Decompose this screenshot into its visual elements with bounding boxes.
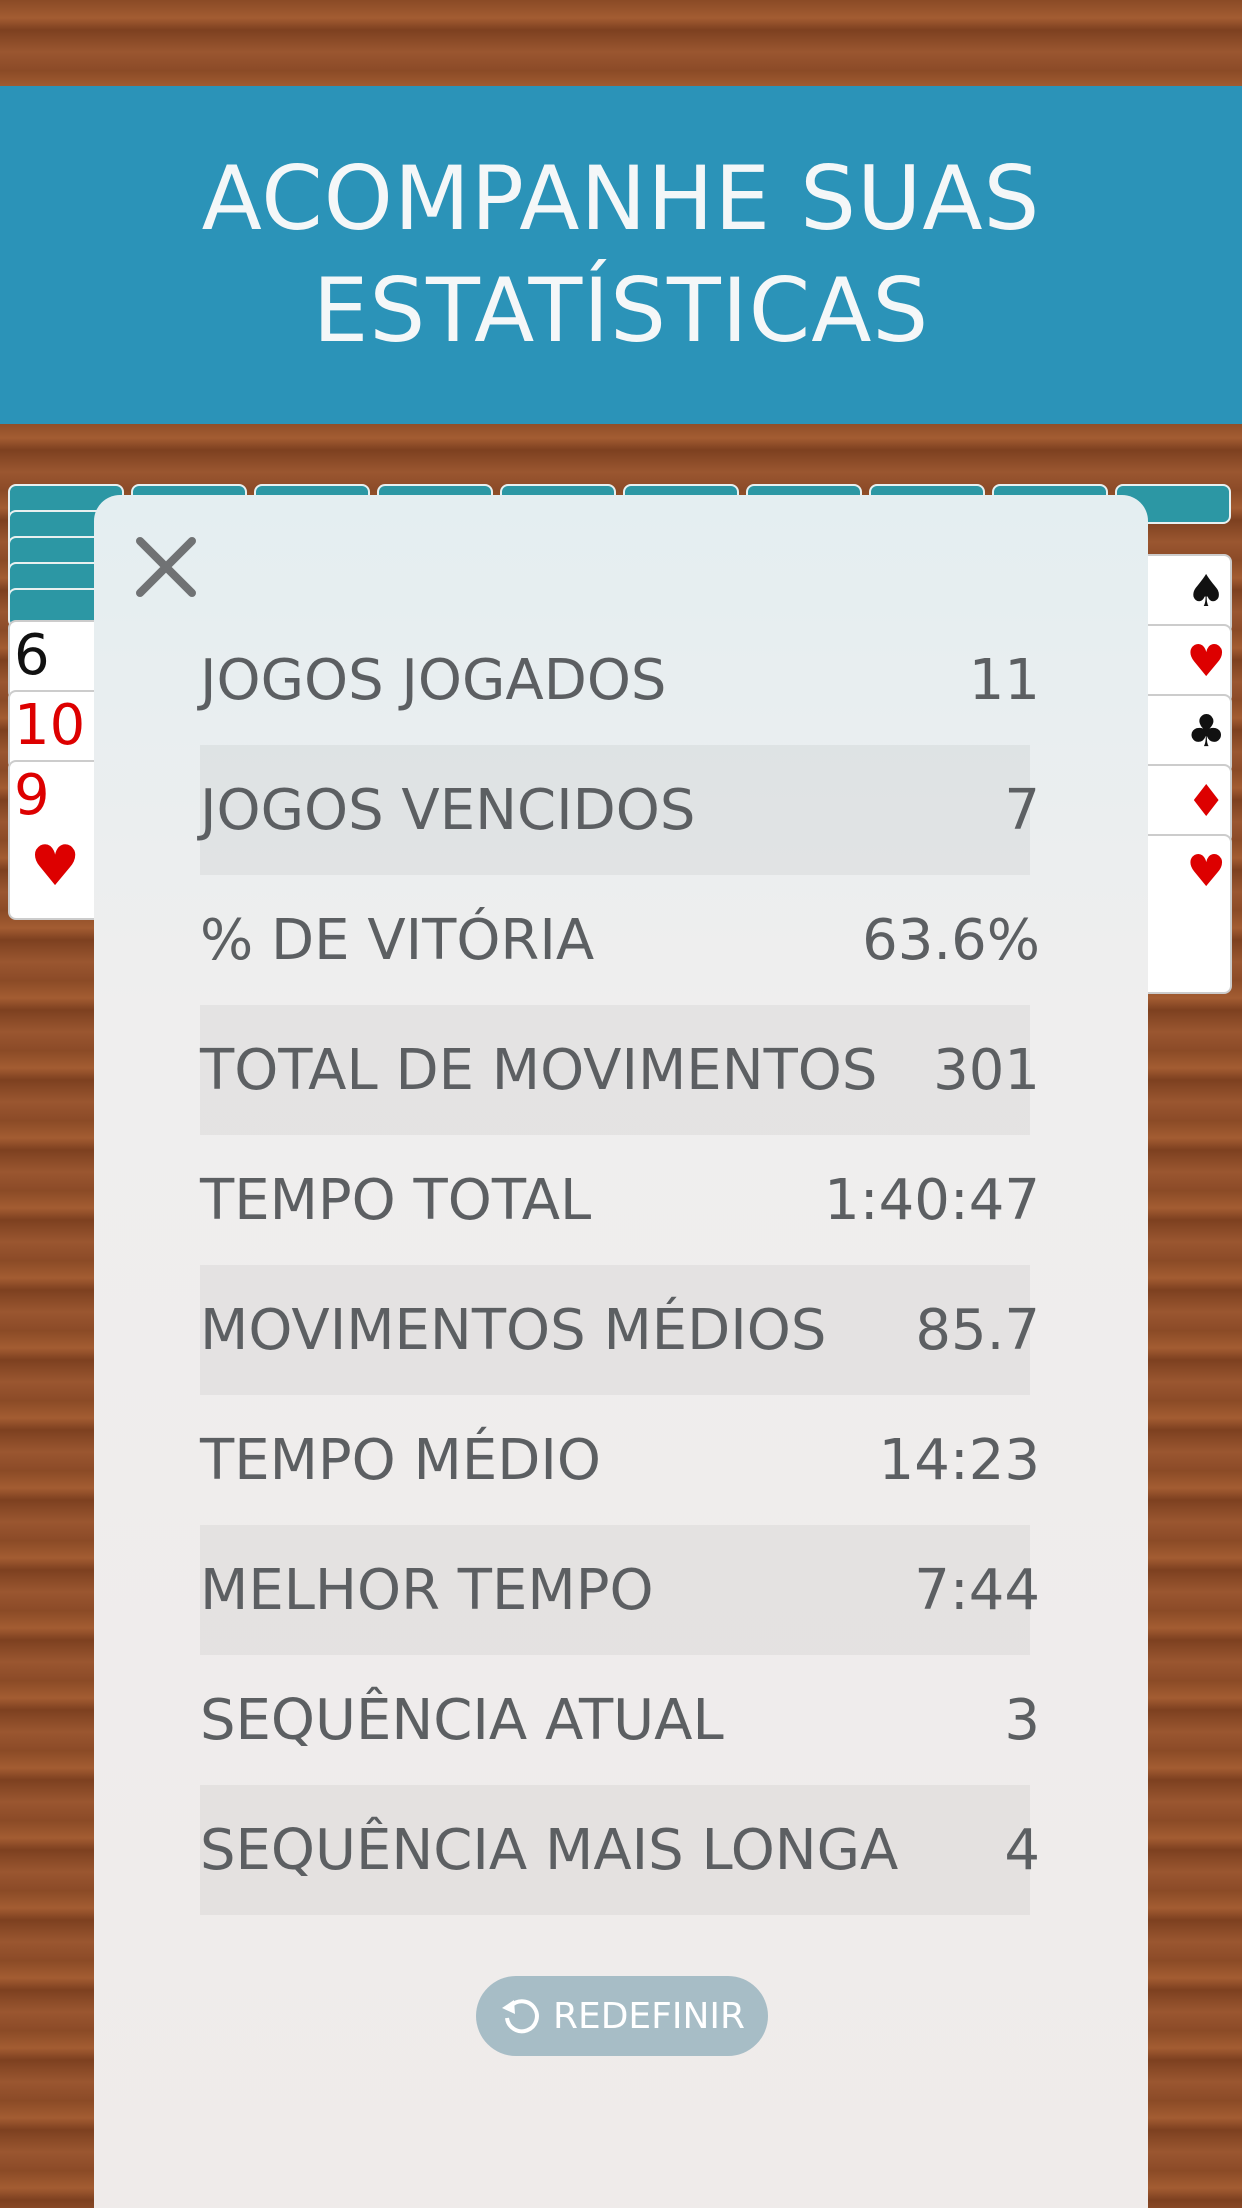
stat-label: TOTAL DE MOVIMENTOS [200,1037,878,1103]
stat-row: TEMPO MÉDIO 14:23 [200,1395,1040,1525]
stat-value: 7 [1004,777,1040,843]
stat-row: JOGOS JOGADOS 11 [200,615,1040,745]
stat-value: 14:23 [878,1427,1040,1493]
promo-banner: ACOMPANHE SUAS ESTATÍSTICAS [0,86,1242,424]
banner-title: ACOMPANHE SUAS ESTATÍSTICAS [201,147,1041,362]
stat-label: JOGOS JOGADOS [200,647,667,713]
card-rank: 6 [14,623,50,688]
stat-label: SEQUÊNCIA MAIS LONGA [200,1817,899,1883]
suit-icon: ♣ [1186,706,1226,757]
suit-icon: ♦ [1186,776,1226,827]
stat-label: % DE VITÓRIA [200,907,595,973]
card-rank: 9 [14,763,50,828]
stat-label: JOGOS VENCIDOS [200,777,696,843]
heart-icon: ♥ [30,834,81,899]
stat-value: 85.7 [915,1297,1040,1363]
stat-row: MELHOR TEMPO 7:44 [200,1525,1040,1655]
statistics-dialog: JOGOS JOGADOS 11 JOGOS VENCIDOS 7 % DE VITÓR… [94,495,1148,2208]
stat-label: MELHOR TEMPO [200,1557,654,1623]
stat-value: 7:44 [914,1557,1040,1623]
suit-icon: ♥ [1186,636,1226,687]
stat-row: JOGOS VENCIDOS 7 [200,745,1040,875]
reset-label: REDEFINIR [552,1995,746,2037]
stat-value: 301 [933,1037,1040,1103]
stat-row: TEMPO TOTAL 1:40:47 [200,1135,1040,1265]
stat-row: MOVIMENTOS MÉDIOS 85.7 [200,1265,1040,1395]
stat-row: SEQUÊNCIA ATUAL 3 [200,1655,1040,1785]
stat-value: 11 [968,647,1040,713]
card-rank: 10 [14,693,86,758]
close-icon[interactable] [134,535,198,599]
stat-label: TEMPO TOTAL [200,1167,592,1233]
reset-icon [501,1999,539,2034]
stat-label: SEQUÊNCIA ATUAL [200,1687,724,1753]
stat-row: SEQUÊNCIA MAIS LONGA 4 [200,1785,1040,1915]
stat-value: 3 [1004,1687,1040,1753]
stat-value: 4 [1004,1817,1040,1883]
stat-row: % DE VITÓRIA 63.6% [200,875,1040,1005]
suit-icon: ♥ [1186,846,1226,897]
stat-row: TOTAL DE MOVIMENTOS 301 [200,1005,1040,1135]
stat-label: TEMPO MÉDIO [200,1427,601,1493]
reset-button[interactable]: REDEFINIR [476,1976,768,2056]
stat-value: 63.6% [862,907,1040,973]
stat-value: 1:40:47 [824,1167,1040,1233]
suit-icon: ♠ [1186,566,1226,617]
stat-label: MOVIMENTOS MÉDIOS [200,1297,827,1363]
